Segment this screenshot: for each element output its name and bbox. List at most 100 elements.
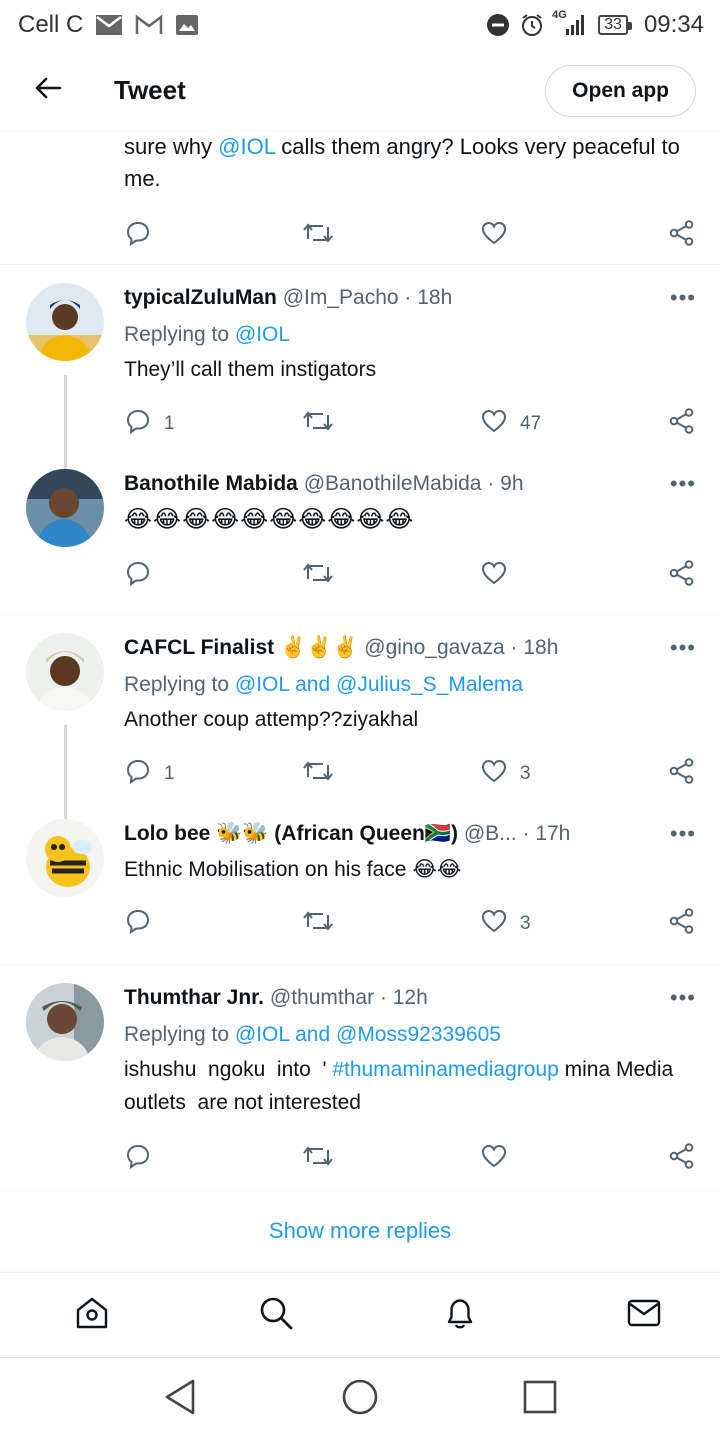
retweet-icon: [302, 1142, 334, 1176]
system-home-button[interactable]: [270, 1378, 450, 1421]
share-button[interactable]: [668, 1142, 696, 1176]
share-button[interactable]: [668, 407, 696, 441]
share-icon: [668, 407, 696, 441]
display-name[interactable]: Thumthar Jnr.: [124, 983, 264, 1013]
top-app-bar: Tweet Open app: [0, 50, 720, 132]
show-more-replies-button[interactable]: Show more replies: [0, 1191, 720, 1271]
display-name[interactable]: Lolo bee 🐝🐝 (African Queen🇿🇦): [124, 819, 458, 849]
reply-button[interactable]: [124, 559, 302, 593]
mention-link[interactable]: @IOL: [235, 323, 290, 346]
triangle-back-icon: [163, 1378, 197, 1421]
more-options-icon[interactable]: •••: [666, 983, 696, 1013]
reply-tweet[interactable]: typicalZuluMan @Im_Pacho · 18h ••• Reply…: [0, 265, 720, 483]
share-icon: [668, 757, 696, 791]
reply-icon: [124, 559, 152, 593]
heart-icon: [480, 1142, 508, 1176]
signal-icon: 4G: [552, 9, 588, 37]
hashtag-link[interactable]: #thumaminamediagroup: [332, 1058, 558, 1081]
avatar[interactable]: [26, 633, 104, 711]
like-button[interactable]: 47: [480, 407, 658, 441]
display-name[interactable]: Banothile Mabida: [124, 469, 298, 499]
like-button[interactable]: 3: [480, 757, 658, 791]
retweet-button[interactable]: [302, 907, 480, 941]
reply-button[interactable]: [124, 219, 302, 253]
arrow-left-icon: [34, 76, 62, 105]
user-handle[interactable]: @B...: [464, 819, 517, 849]
nav-messages[interactable]: [624, 1295, 664, 1335]
display-name[interactable]: CAFCL Finalist ✌️✌️✌️: [124, 633, 358, 663]
alarm-icon: [520, 13, 544, 37]
retweet-button[interactable]: [302, 407, 480, 441]
user-handle[interactable]: @gino_gavaza: [364, 633, 504, 663]
reply-button[interactable]: 1: [124, 757, 302, 791]
share-button[interactable]: [668, 559, 696, 593]
tweet-actions: 1 3: [124, 754, 696, 794]
reply-button[interactable]: [124, 907, 302, 941]
like-button[interactable]: [480, 559, 658, 593]
user-handle[interactable]: @thumthar: [270, 983, 374, 1013]
retweet-button[interactable]: [302, 757, 480, 791]
avatar[interactable]: [26, 983, 104, 1061]
mention-link[interactable]: @IOL and @Julius_S_Malema: [235, 673, 523, 696]
share-button[interactable]: [668, 219, 696, 253]
tweet-actions: 3: [124, 904, 696, 944]
user-handle[interactable]: @Im_Pacho: [283, 283, 399, 313]
avatar[interactable]: [26, 819, 104, 897]
tweet-header: typicalZuluMan @Im_Pacho · 18h •••: [124, 283, 696, 313]
system-back-button[interactable]: [90, 1378, 270, 1421]
reply-tweet[interactable]: CAFCL Finalist ✌️✌️✌️ @gino_gavaza · 18h…: [0, 615, 720, 833]
more-options-icon[interactable]: •••: [666, 469, 696, 499]
mail-icon: [626, 1295, 662, 1336]
more-options-icon[interactable]: •••: [666, 819, 696, 849]
more-options-icon[interactable]: •••: [666, 283, 696, 313]
tweet-actions: [124, 1139, 696, 1179]
retweet-button[interactable]: [302, 219, 480, 253]
mention-link[interactable]: @IOL: [218, 134, 275, 159]
display-name[interactable]: typicalZuluMan: [124, 283, 277, 313]
tweet-header: Banothile Mabida @BanothileMabida · 9h •…: [124, 469, 696, 499]
tweet-text: They’ll call them instigators: [124, 358, 377, 381]
reply-tweet[interactable]: Banothile Mabida @BanothileMabida · 9h •…: [0, 457, 720, 615]
retweet-button[interactable]: [302, 559, 480, 593]
share-button[interactable]: [668, 757, 696, 791]
avatar[interactable]: [26, 469, 104, 547]
more-options-icon[interactable]: •••: [666, 633, 696, 663]
like-button[interactable]: [480, 219, 658, 253]
clock: 09:34: [643, 11, 704, 38]
timestamp[interactable]: · 12h: [380, 983, 428, 1013]
retweet-icon: [302, 407, 334, 441]
reply-button[interactable]: [124, 1142, 302, 1176]
heart-icon: [480, 757, 508, 791]
system-navigation-bar: [0, 1358, 720, 1440]
retweet-button[interactable]: [302, 1142, 480, 1176]
timestamp[interactable]: · 9h: [487, 469, 523, 499]
like-button[interactable]: [480, 1142, 658, 1176]
like-button[interactable]: 3: [480, 907, 658, 941]
replying-to: Replying to @IOL and @Moss92339605: [124, 1023, 501, 1046]
reply-icon: [124, 407, 152, 441]
timestamp[interactable]: · 18h: [404, 283, 452, 313]
system-recents-button[interactable]: [450, 1380, 630, 1419]
mention-link[interactable]: @IOL and @Moss92339605: [235, 1023, 501, 1046]
heart-icon: [480, 407, 508, 441]
nav-home[interactable]: [72, 1295, 112, 1335]
like-count: 3: [520, 763, 531, 784]
reply-button[interactable]: 1: [124, 407, 302, 441]
share-button[interactable]: [668, 907, 696, 941]
avatar[interactable]: [26, 283, 104, 361]
like-count: 3: [520, 913, 531, 934]
search-icon: [258, 1295, 294, 1336]
tweet-actions: [124, 556, 696, 596]
reply-icon: [124, 757, 152, 791]
user-handle[interactable]: @BanothileMabida: [304, 469, 482, 499]
open-app-button[interactable]: Open app: [545, 64, 696, 117]
timestamp[interactable]: · 17h: [523, 819, 571, 849]
heart-icon: [480, 907, 508, 941]
timestamp[interactable]: · 18h: [511, 633, 559, 663]
nav-search[interactable]: [256, 1295, 296, 1335]
back-button[interactable]: [18, 61, 78, 121]
reply-tweet[interactable]: Thumthar Jnr. @thumthar · 12h ••• Replyi…: [0, 965, 720, 1191]
nav-notifications[interactable]: [440, 1295, 480, 1335]
battery-indicator: 33: [598, 15, 632, 35]
reply-tweet[interactable]: Lolo bee 🐝🐝 (African Queen🇿🇦) @B... · 17…: [0, 807, 720, 965]
